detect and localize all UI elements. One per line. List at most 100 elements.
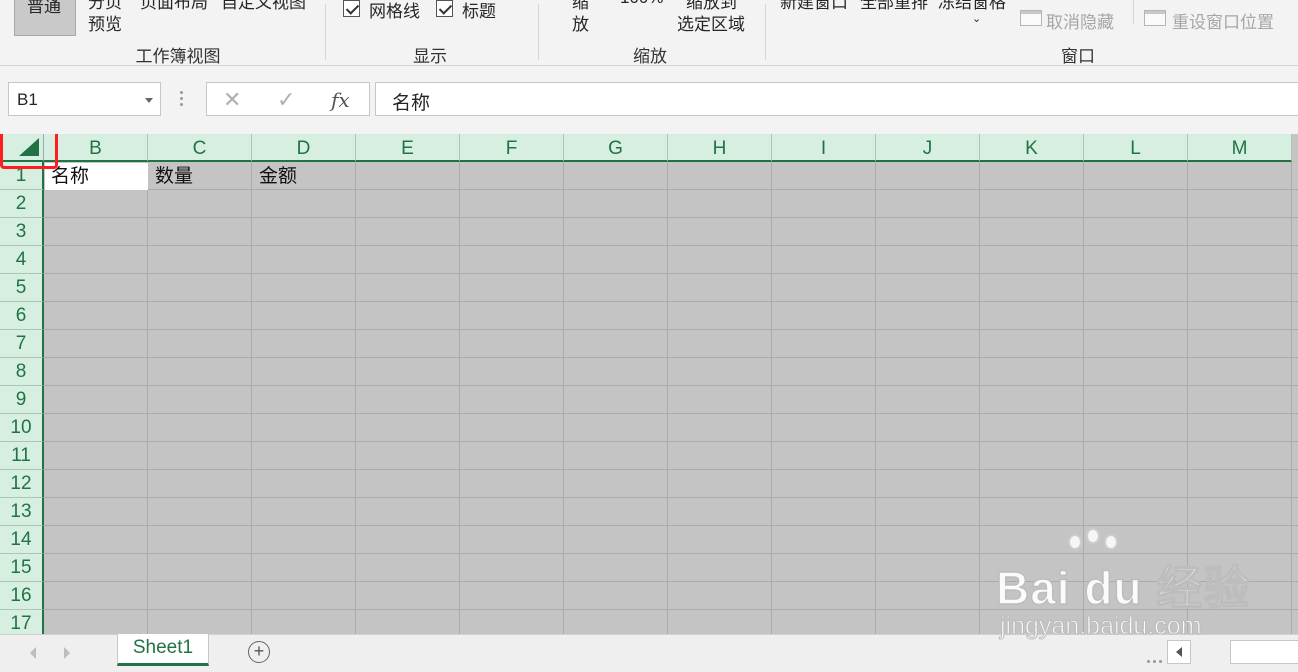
row-header-12[interactable]: 12: [0, 470, 44, 498]
paw-icon: [1086, 528, 1100, 544]
scroll-splitter[interactable]: [1147, 650, 1165, 668]
group-divider: [1133, 0, 1134, 24]
headings-checkbox[interactable]: [436, 0, 453, 17]
row-header-8[interactable]: 8: [0, 358, 44, 386]
zoom-button-line2: 放: [572, 15, 589, 34]
gridline-vertical: [251, 162, 252, 634]
new-window-button[interactable]: 新建窗口: [780, 0, 848, 13]
gridline-horizontal: [44, 413, 1298, 414]
window-group-label: 窗口: [1061, 47, 1095, 66]
row-header-6[interactable]: 6: [0, 302, 44, 330]
page-layout-button[interactable]: 页面布局: [140, 0, 208, 13]
unhide-window-icon: [1020, 10, 1042, 26]
cell-C1[interactable]: 数量: [149, 163, 252, 190]
zoom-100-button[interactable]: 100%: [620, 0, 663, 8]
group-divider: [538, 4, 539, 60]
paw-icon: [1104, 534, 1118, 550]
gridline-horizontal: [44, 329, 1298, 330]
row-header-14[interactable]: 14: [0, 526, 44, 554]
row-header-17[interactable]: 17: [0, 610, 44, 634]
formula-buttons: ✕ ✓ fx: [206, 82, 370, 116]
watermark-brand: Bai du 经验: [995, 561, 1251, 615]
gridline-vertical: [771, 162, 772, 634]
formula-input[interactable]: 名称: [375, 82, 1298, 116]
group-divider: [325, 4, 326, 60]
chevron-down-icon[interactable]: [145, 98, 153, 103]
reset-window-position-icon: [1144, 10, 1166, 26]
cell-B1[interactable]: 名称: [45, 163, 148, 190]
show-group-label: 显示: [413, 47, 447, 66]
zoom-to-selection-label: 选定区域: [677, 15, 745, 34]
gridline-horizontal: [44, 273, 1298, 274]
formula-bar: B1 ✕ ✓ fx 名称: [0, 66, 1298, 134]
gridline-vertical: [979, 162, 980, 634]
name-box-value: B1: [17, 90, 38, 109]
row-header-10[interactable]: 10: [0, 414, 44, 442]
column-header-F[interactable]: F: [460, 134, 564, 162]
row-header-5[interactable]: 5: [0, 274, 44, 302]
zoom-group-label: 缩放: [633, 47, 667, 66]
column-header-E[interactable]: E: [356, 134, 460, 162]
column-header-M[interactable]: M: [1188, 134, 1292, 162]
column-header-L[interactable]: L: [1084, 134, 1188, 162]
name-box[interactable]: B1: [8, 82, 161, 116]
column-header-K[interactable]: K: [980, 134, 1084, 162]
tab-scroll-right-icon[interactable]: [64, 647, 70, 659]
row-header-4[interactable]: 4: [0, 246, 44, 274]
reset-window-position-button[interactable]: 重设窗口位置: [1172, 8, 1274, 33]
row-header-2[interactable]: 2: [0, 190, 44, 218]
gridlines-checkbox[interactable]: [343, 0, 360, 17]
gridline-horizontal: [44, 385, 1298, 386]
arrange-all-button[interactable]: 全部重排: [860, 0, 928, 13]
row-header-13[interactable]: 13: [0, 498, 44, 526]
row-header-9[interactable]: 9: [0, 386, 44, 414]
add-sheet-icon[interactable]: +: [248, 641, 270, 663]
baidu-jingyan-watermark: Bai du 经验 jingyan.baidu.com: [995, 528, 1296, 642]
gridlines-label: 网格线: [369, 2, 420, 21]
gridline-horizontal: [44, 217, 1298, 218]
headings-label: 标题: [462, 2, 496, 21]
row-header-15[interactable]: 15: [0, 554, 44, 582]
gridline-vertical: [667, 162, 668, 634]
cancel-icon[interactable]: ✕: [223, 87, 241, 113]
column-header-G[interactable]: G: [564, 134, 668, 162]
column-header-D[interactable]: D: [252, 134, 356, 162]
formula-text: 名称: [392, 93, 431, 114]
column-header-C[interactable]: C: [148, 134, 252, 162]
custom-views-button[interactable]: 自定义视图: [221, 0, 306, 13]
chevron-down-icon: ⌄: [972, 13, 982, 25]
column-header-B[interactable]: B: [44, 134, 148, 162]
column-header-H[interactable]: H: [668, 134, 772, 162]
workbook-views-group-label: 工作簿视图: [135, 47, 221, 66]
cell-D1[interactable]: 金额: [253, 163, 356, 190]
gridline-horizontal: [44, 525, 1298, 526]
watermark-url: jingyan.baidu.com: [1000, 612, 1203, 641]
preview-label: 预览: [88, 15, 122, 34]
row-header-11[interactable]: 11: [0, 442, 44, 470]
paw-icon: [1068, 534, 1082, 550]
normal-view-label: 普通: [27, 0, 61, 16]
gridline-vertical: [355, 162, 356, 634]
enter-check-icon[interactable]: ✓: [277, 87, 295, 113]
normal-view-button[interactable]: 普通: [14, 0, 76, 36]
select-all-highlight-box: [0, 134, 58, 169]
gridline-vertical: [875, 162, 876, 634]
column-header-J[interactable]: J: [876, 134, 980, 162]
column-header-I[interactable]: I: [772, 134, 876, 162]
tab-scroll-left-icon[interactable]: [30, 647, 36, 659]
resize-handle[interactable]: [180, 91, 183, 107]
row-header-7[interactable]: 7: [0, 330, 44, 358]
tab-sheet1[interactable]: Sheet1: [117, 634, 209, 666]
gridline-vertical: [563, 162, 564, 634]
unhide-button[interactable]: 取消隐藏: [1046, 8, 1114, 33]
row-header-16[interactable]: 16: [0, 582, 44, 610]
gridline-horizontal: [44, 441, 1298, 442]
gridline-horizontal: [44, 245, 1298, 246]
scroll-left-button[interactable]: [1167, 640, 1191, 664]
row-header-3[interactable]: 3: [0, 218, 44, 246]
gridline-vertical: [147, 162, 148, 634]
gridline-horizontal: [44, 301, 1298, 302]
gridline-horizontal: [44, 497, 1298, 498]
horizontal-scrollbar-thumb[interactable]: [1230, 640, 1298, 664]
insert-function-icon[interactable]: fx: [331, 88, 350, 112]
